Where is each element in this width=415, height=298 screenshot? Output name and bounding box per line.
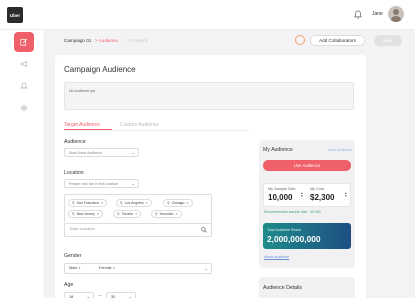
location-chip[interactable]: ⚲ San Francisco ×	[68, 199, 108, 207]
bell-icon[interactable]	[354, 10, 362, 19]
sidebar-item-campaigns[interactable]	[14, 54, 34, 74]
sidebar-item-settings[interactable]	[14, 98, 34, 118]
gear-icon	[21, 105, 27, 111]
location-chip[interactable]: ⚲ Chicago ×	[163, 199, 193, 207]
close-icon[interactable]: ×	[101, 201, 103, 205]
app-logo[interactable]: Uber	[7, 7, 23, 23]
page-title: Campaign Audience	[64, 65, 136, 74]
location-chip[interactable]: ⚲ New Jersey ×	[68, 210, 104, 218]
next-button[interactable]: Next	[374, 35, 402, 46]
user-name[interactable]: Jane	[372, 11, 383, 17]
sample-size-value[interactable]: 10,000	[268, 193, 292, 202]
map-pin-icon: ⚲	[117, 212, 120, 216]
map-pin-icon: ⚲	[72, 201, 75, 205]
age-to-select[interactable]: 30 ⌄	[106, 292, 136, 298]
chevron-down-icon: ⌄	[204, 266, 208, 271]
close-icon[interactable]: ×	[78, 266, 80, 270]
close-icon[interactable]: ×	[113, 266, 115, 270]
audience-select-value: Most Used Audience	[69, 151, 102, 155]
audience-label: Audience	[64, 139, 86, 145]
location-filter-value: People who live in this location	[69, 182, 118, 186]
location-chip[interactable]: ⚲ Honolulu ×	[151, 210, 182, 218]
chevron-down-icon: ⌄	[131, 150, 135, 155]
age-from-select[interactable]: 18 ⌄	[64, 292, 94, 298]
close-icon[interactable]: ×	[146, 201, 148, 205]
breadcrumb-audience[interactable]: > Audience	[95, 38, 118, 43]
active-tab-indicator	[64, 129, 112, 130]
map-pin-icon: ⚲	[120, 201, 123, 205]
gender-chip-female[interactable]: Female ×	[99, 266, 115, 270]
cost-stepper[interactable]: ▴ ▾	[345, 191, 347, 199]
gender-label: Gender	[64, 253, 82, 259]
close-icon[interactable]: ×	[135, 212, 137, 216]
cost-label: My Cost	[310, 187, 324, 191]
chevron-down-icon: ⌄	[86, 294, 90, 298]
close-icon[interactable]: ×	[175, 212, 177, 216]
close-icon[interactable]: ×	[97, 212, 99, 216]
description-field[interactable]: No Audience yet	[64, 82, 354, 110]
sidebar	[0, 30, 45, 298]
megaphone-icon	[20, 61, 27, 67]
edit-icon	[20, 38, 28, 46]
lightbulb-icon[interactable]	[295, 35, 305, 45]
close-icon[interactable]: ×	[186, 201, 188, 205]
gender-chip-male[interactable]: Male ×	[69, 266, 81, 270]
save-audience-link[interactable]: Save Audience	[328, 148, 352, 152]
sidebar-item-notifications[interactable]	[14, 76, 34, 96]
location-input[interactable]: Enter a location	[66, 223, 211, 235]
audience-details-panel: Audience Details	[259, 277, 355, 298]
reach-value: 2,000,000,000	[267, 234, 321, 244]
location-chip[interactable]: ⚲ Los Angeles ×	[116, 199, 152, 207]
sample-size-label: My Sample Size	[268, 187, 296, 191]
tab-custom-audience[interactable]: Custom Audience	[120, 122, 159, 128]
sidebar-item-edit[interactable]	[14, 32, 34, 52]
location-filter-select[interactable]: People who live in this location ⌄	[64, 179, 139, 188]
age-separator: —	[98, 292, 102, 297]
total-reach-card: Total Available Reach 2,000,000,000	[263, 223, 351, 249]
breadcrumb-bar: Campaign 01 > Audience > Content Add Col…	[55, 30, 405, 50]
about-audience-link[interactable]: About audience	[264, 255, 289, 259]
breadcrumb-content[interactable]: > Content	[127, 38, 147, 43]
audience-details-title: Audience Details	[263, 285, 302, 291]
sample-cost-box: My Sample Size 10,000 ▴ ▾ My Cost $2,300 …	[263, 183, 351, 207]
sample-size-stepper[interactable]: ▴ ▾	[301, 191, 303, 199]
age-label: Age	[64, 282, 74, 288]
avatar[interactable]	[388, 6, 404, 22]
reach-label: Total Available Reach	[267, 228, 302, 232]
add-collaborators-button[interactable]: Add Collaborators	[310, 35, 365, 46]
chevron-down-icon: ⌄	[131, 181, 135, 186]
tabs-divider	[64, 130, 249, 131]
audience-select[interactable]: Most Used Audience ⌄	[64, 148, 139, 157]
breadcrumb-campaign[interactable]: Campaign 01	[64, 38, 91, 43]
top-bar: Uber Jane	[0, 0, 415, 30]
location-box: ⚲ San Francisco × ⚲ Los Angeles × ⚲ Chicago × …	[64, 194, 212, 237]
use-audience-button[interactable]: Use Audience	[263, 160, 351, 171]
search-icon[interactable]	[201, 227, 207, 233]
location-chip[interactable]: ⚲ Toronto ×	[113, 210, 142, 218]
map-pin-icon: ⚲	[155, 212, 158, 216]
gender-select[interactable]: Male × Female × ⌄	[64, 263, 212, 274]
map-pin-icon: ⚲	[72, 212, 75, 216]
tab-target-audience[interactable]: Target Audience	[64, 122, 100, 128]
location-label: Location	[64, 170, 84, 176]
bell-icon	[20, 82, 28, 89]
cost-value[interactable]: $2,300	[310, 193, 334, 202]
chevron-down-icon: ⌄	[128, 294, 132, 298]
my-audience-title: My Audience	[263, 147, 293, 153]
my-audience-panel: My Audience Save Audience Use Audience M…	[259, 140, 355, 268]
recommended-size-text: Recommended sample size : 20,000	[264, 210, 321, 214]
map-pin-icon: ⚲	[167, 201, 170, 205]
